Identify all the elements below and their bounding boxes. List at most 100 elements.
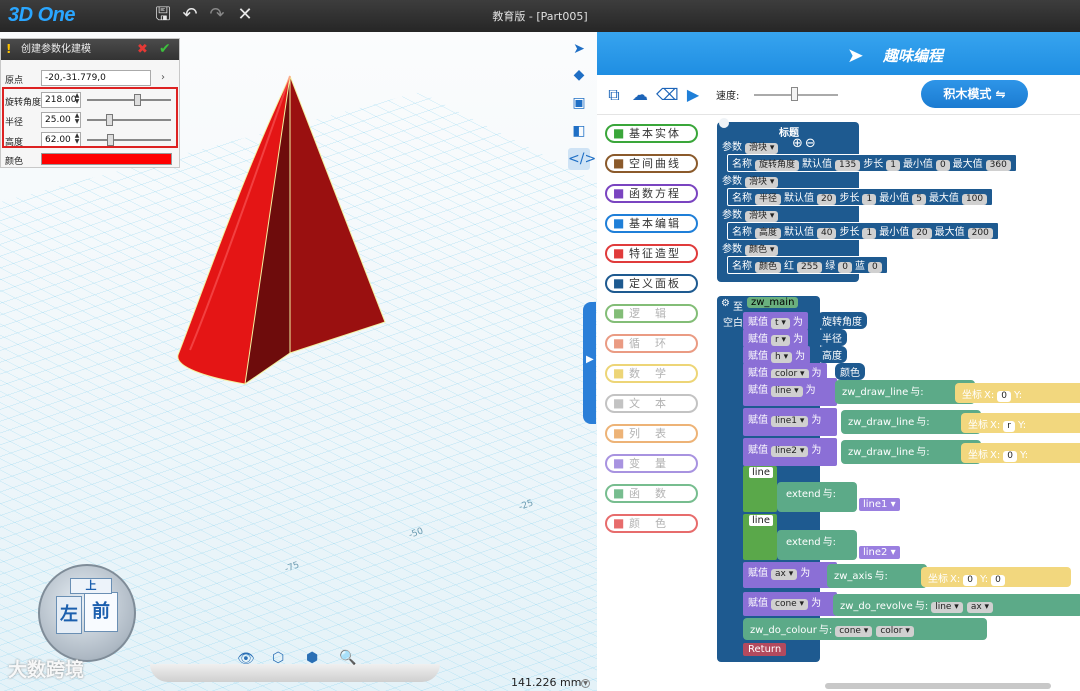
variable-dropdown[interactable]: cone ▾ bbox=[771, 599, 809, 610]
revolve-call[interactable]: zw_do_revolve 与: line ▾ ax ▾ bbox=[833, 594, 1080, 616]
variable-block[interactable]: line2 ▾ bbox=[859, 546, 900, 559]
variable-dropdown[interactable]: line ▾ bbox=[771, 386, 803, 397]
param-define-row[interactable]: 名称 半径 默认值 20 步长 1 最小值 5 最大值 100 bbox=[727, 188, 994, 206]
target-var[interactable]: line bbox=[749, 515, 774, 526]
category-button[interactable]: ■ 数 学 bbox=[605, 364, 698, 383]
wireframe-cube-icon[interactable]: ⬡ bbox=[272, 650, 284, 666]
send-icon[interactable]: ➤ bbox=[568, 38, 590, 60]
param-min-field[interactable]: 5 bbox=[912, 194, 926, 205]
category-button[interactable]: ■ 空间曲线 bbox=[605, 154, 698, 173]
param-value-block[interactable]: 高度 bbox=[817, 346, 847, 363]
param-name-field[interactable]: 颜色 bbox=[755, 262, 782, 273]
category-button[interactable]: ■ 函 数 bbox=[605, 484, 698, 503]
x-value[interactable]: r bbox=[1003, 421, 1015, 432]
param-max-field[interactable]: 200 bbox=[967, 228, 993, 239]
variable-dropdown[interactable]: ax ▾ bbox=[771, 569, 798, 580]
category-button[interactable]: ■ 基本编辑 bbox=[605, 214, 698, 233]
blocks-icon[interactable]: ⧉ bbox=[603, 84, 625, 106]
eye-icon[interactable]: 👁 bbox=[237, 651, 255, 667]
function-name[interactable]: zw_main bbox=[747, 297, 799, 308]
cube-left-face[interactable]: 左 bbox=[56, 596, 82, 634]
variable-dropdown[interactable]: line2 ▾ bbox=[771, 446, 809, 457]
param-define-row[interactable]: 名称 旋转角度 默认值 135 步长 1 最小值 0 最大值 360 bbox=[727, 154, 1017, 172]
coord-block[interactable]: 坐标 X: r Y: bbox=[961, 413, 1080, 433]
category-button[interactable]: ■ 变 量 bbox=[605, 454, 698, 473]
param-step-field[interactable]: 1 bbox=[862, 228, 877, 239]
box-icon[interactable]: ◧ bbox=[568, 120, 590, 142]
param-max-field[interactable]: 100 bbox=[961, 194, 988, 205]
coord-block[interactable]: 坐标 X: 0 Y: bbox=[955, 383, 1080, 403]
cube-top-face[interactable]: 上 bbox=[70, 578, 112, 594]
category-button[interactable]: ■ 列 表 bbox=[605, 424, 698, 443]
category-button[interactable]: ■ 颜 色 bbox=[605, 514, 698, 533]
param-min-field[interactable]: 20 bbox=[912, 228, 932, 239]
chevron-right-icon[interactable]: › bbox=[161, 72, 165, 83]
category-button[interactable]: ■ 循 环 bbox=[605, 334, 698, 353]
cube-front-face[interactable]: 前 bbox=[84, 592, 118, 632]
assign-block[interactable]: 赋值 h ▾ 为 bbox=[743, 346, 811, 364]
param-min-field[interactable]: 0 bbox=[935, 160, 950, 171]
param-step-field[interactable]: 1 bbox=[886, 160, 900, 171]
y-value[interactable]: 0 bbox=[991, 575, 1005, 586]
assign-block[interactable]: 赋值 r ▾ 为 bbox=[743, 329, 809, 347]
param-name-field[interactable]: 高度 bbox=[755, 228, 782, 239]
extend-call[interactable]: extend 与: bbox=[777, 530, 857, 560]
coord-block[interactable]: 坐标 X: 0 Y: 0 bbox=[921, 567, 1071, 587]
param-type-dropdown[interactable]: 滑块 ▾ bbox=[745, 177, 779, 188]
x-value[interactable]: 0 bbox=[963, 575, 977, 586]
blue-field[interactable]: 0 bbox=[867, 262, 882, 273]
arg-axis[interactable]: ax ▾ bbox=[966, 602, 994, 613]
cloud-upload-icon[interactable]: ☁ bbox=[629, 84, 651, 106]
variable-block[interactable]: line1 ▾ bbox=[859, 498, 900, 511]
workspace-scrollbar[interactable] bbox=[825, 683, 1051, 689]
block-workspace[interactable]: 标题 参数 滑块 ▾ ⊕ ⊖ 名称 旋转角度 默认值 135 步长 1 最小值 0 最大值 360 参数 滑块… bbox=[707, 116, 1080, 691]
shapes-icon[interactable]: ◆ bbox=[568, 64, 590, 86]
draw-line-call[interactable]: zw_draw_line 与: bbox=[835, 380, 975, 404]
colour-call[interactable]: zw_do_colour 与: cone ▾ color ▾ bbox=[743, 618, 987, 640]
variable-dropdown[interactable]: r ▾ bbox=[771, 335, 791, 346]
category-button[interactable]: ■ 定义面板 bbox=[605, 274, 698, 293]
category-button[interactable]: ■ 基本实体 bbox=[605, 124, 698, 143]
variable-dropdown[interactable]: t ▾ bbox=[771, 318, 790, 329]
category-button[interactable]: ■ 特征造型 bbox=[605, 244, 698, 263]
category-button[interactable]: ■ 文 本 bbox=[605, 394, 698, 413]
code-icon[interactable]: </> bbox=[568, 148, 596, 170]
origin-field[interactable]: -20,-31.779,0 bbox=[41, 70, 151, 86]
extend-call[interactable]: extend 与: bbox=[777, 482, 857, 512]
view-cube[interactable]: 前 左 上 bbox=[38, 564, 136, 662]
param-value-block[interactable]: 半径 bbox=[817, 329, 847, 346]
param-type-dropdown[interactable]: 滑块 ▾ bbox=[745, 211, 779, 222]
settings-gear-icon[interactable]: ⚙ bbox=[721, 298, 730, 309]
block-mode-button[interactable]: 积木模式 ⇋ bbox=[921, 80, 1028, 108]
arg-cone[interactable]: cone ▾ bbox=[835, 626, 873, 637]
arg-color[interactable]: color ▾ bbox=[876, 626, 914, 637]
coord-block[interactable]: 坐标 X: 0 Y: bbox=[961, 443, 1080, 463]
chevron-down-icon[interactable]: ▼ bbox=[581, 679, 590, 688]
category-button[interactable]: ■ 函数方程 bbox=[605, 184, 698, 203]
cube-view-icon[interactable]: ▣ bbox=[568, 92, 590, 114]
param-default-field[interactable]: 20 bbox=[817, 194, 837, 205]
3d-viewport[interactable]: -50 -75 -25 ! 创建参数化建模 ✖ ✔ 原点 -20,-31.779… bbox=[0, 32, 597, 691]
param-step-field[interactable]: 1 bbox=[862, 194, 877, 205]
param-value-block[interactable]: 旋转角度 bbox=[817, 312, 867, 329]
confirm-check-icon[interactable]: ✔ bbox=[159, 39, 171, 60]
assign-block[interactable]: 赋值 t ▾ 为 bbox=[743, 312, 808, 330]
param-type-dropdown[interactable]: 滑块 ▾ bbox=[745, 143, 779, 154]
zoom-icon[interactable]: 🔍 bbox=[339, 650, 356, 666]
arg-line[interactable]: line ▾ bbox=[931, 602, 963, 613]
param-define-row[interactable]: 名称 颜色红 255 绿 0 蓝 0 bbox=[727, 256, 888, 274]
param-name-field[interactable]: 半径 bbox=[755, 194, 782, 205]
param-type-dropdown[interactable]: 颜色 ▾ bbox=[745, 245, 779, 256]
draw-line-call[interactable]: zw_draw_line 与: bbox=[841, 440, 981, 464]
x-value[interactable]: 0 bbox=[997, 391, 1011, 402]
axis-call[interactable]: zw_axis 与: bbox=[827, 564, 927, 588]
return-block[interactable]: Return bbox=[743, 643, 787, 656]
draw-line-call[interactable]: zw_draw_line 与: bbox=[841, 410, 981, 434]
speed-slider-knob[interactable] bbox=[790, 87, 798, 101]
play-icon[interactable]: ▶ bbox=[682, 84, 704, 106]
x-value[interactable]: 0 bbox=[1003, 451, 1017, 462]
param-default-field[interactable]: 135 bbox=[835, 160, 861, 171]
param-default-field[interactable]: 40 bbox=[817, 228, 837, 239]
category-button[interactable]: ■ 逻 辑 bbox=[605, 304, 698, 323]
red-field[interactable]: 255 bbox=[797, 262, 823, 273]
